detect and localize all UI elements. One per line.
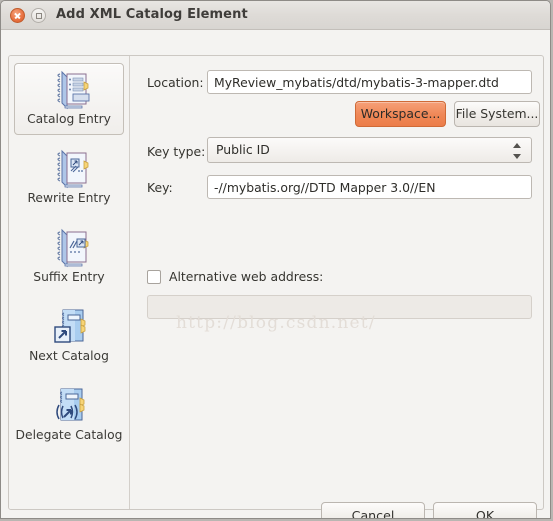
- key-input[interactable]: [207, 175, 532, 199]
- maximize-icon[interactable]: [31, 8, 46, 23]
- sidebar-item-rewrite-entry[interactable]: Rewrite Entry: [14, 142, 124, 214]
- dialog-body: Catalog Entry Rewrite Entry Suffix Entry…: [1, 30, 550, 518]
- catalog-entry-icon: [46, 68, 92, 112]
- watermark-text: http://blog.csdn.net/: [176, 313, 376, 333]
- spinner-arrows-icon[interactable]: [513, 142, 522, 160]
- cancel-button[interactable]: Cancel: [321, 502, 425, 518]
- sidebar-item-suffix-entry[interactable]: Suffix Entry: [14, 221, 124, 293]
- sidebar-item-label: Catalog Entry: [27, 112, 111, 126]
- sidebar-item-label: Suffix Entry: [33, 270, 105, 284]
- settings-panel: Catalog Entry Rewrite Entry Suffix Entry…: [8, 55, 544, 510]
- sidebar-item-label: Rewrite Entry: [27, 191, 111, 205]
- delegate-catalog-icon: [46, 384, 92, 428]
- ok-button[interactable]: OK: [433, 502, 537, 518]
- alternative-web-address-label: Alternative web address:: [169, 269, 324, 284]
- rewrite-entry-icon: [46, 147, 92, 191]
- sidebar-item-label: Next Catalog: [29, 349, 109, 363]
- title-bar: Add XML Catalog Element: [1, 1, 550, 30]
- location-input[interactable]: [207, 70, 532, 94]
- file-system-button[interactable]: File System...: [454, 101, 540, 127]
- key-type-value: Public ID: [216, 142, 270, 157]
- alternative-web-address-checkbox[interactable]: [147, 270, 161, 284]
- location-label: Location:: [147, 75, 204, 90]
- key-type-select[interactable]: Public ID: [207, 137, 532, 163]
- sidebar-item-catalog-entry[interactable]: Catalog Entry: [14, 63, 124, 135]
- key-type-label: Key type:: [147, 144, 206, 159]
- key-label: Key:: [147, 180, 173, 195]
- workspace-button[interactable]: Workspace...: [355, 101, 446, 127]
- next-catalog-icon: [46, 305, 92, 349]
- dialog-window: Add XML Catalog Element Catalog Entry Re…: [0, 0, 551, 519]
- close-icon[interactable]: [10, 8, 25, 23]
- entry-type-sidebar: Catalog Entry Rewrite Entry Suffix Entry…: [9, 56, 130, 509]
- suffix-entry-icon: [46, 226, 92, 270]
- window-title: Add XML Catalog Element: [56, 7, 248, 22]
- catalog-entry-form: Location: Workspace... File System... Ke…: [131, 56, 543, 509]
- sidebar-item-delegate-catalog[interactable]: Delegate Catalog: [14, 379, 124, 451]
- sidebar-item-next-catalog[interactable]: Next Catalog: [14, 300, 124, 372]
- sidebar-item-label: Delegate Catalog: [15, 428, 123, 442]
